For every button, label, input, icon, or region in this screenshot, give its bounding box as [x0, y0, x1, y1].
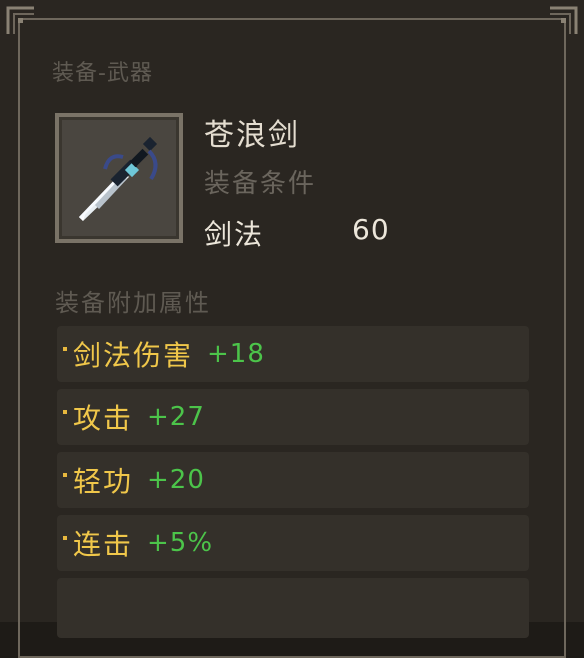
attributes-title: 装备附加属性: [55, 289, 211, 317]
empty-attribute-row: [57, 578, 529, 638]
requirement-value: 60: [352, 213, 390, 246]
sword-icon: [79, 136, 158, 221]
corner-ornament-icon: [550, 6, 578, 34]
requirement-skill: 剑法: [204, 218, 265, 251]
attribute-name: 剑法伤害: [73, 339, 194, 372]
item-name: 苍浪剑: [204, 118, 300, 153]
requirement-label: 装备条件: [204, 169, 317, 199]
bullet-icon: [63, 347, 67, 351]
attribute-row: 攻击 +27: [57, 389, 529, 445]
attribute-value: +5%: [147, 528, 214, 558]
attribute-row: 剑法伤害 +18: [57, 326, 529, 382]
attribute-row: 轻功 +20: [57, 452, 529, 508]
corner-ornament-icon: [6, 6, 34, 34]
attribute-value: +20: [147, 465, 205, 495]
attribute-name: 轻功: [73, 465, 134, 498]
attribute-row: 连击 +5%: [57, 515, 529, 571]
item-tooltip-panel: 装备-武器 苍浪剑 装备条件 剑法 60 装备附加属性 剑法伤害 +18 攻击: [0, 0, 584, 658]
attribute-value: +27: [147, 402, 205, 432]
item-category: 装备-武器: [52, 61, 153, 86]
attribute-name: 攻击: [73, 402, 134, 435]
bullet-icon: [63, 473, 67, 477]
bullet-icon: [63, 410, 67, 414]
bullet-icon: [63, 536, 67, 540]
attribute-value: +18: [207, 339, 265, 369]
attribute-name: 连击: [73, 528, 134, 561]
item-icon-slot[interactable]: [55, 113, 183, 243]
